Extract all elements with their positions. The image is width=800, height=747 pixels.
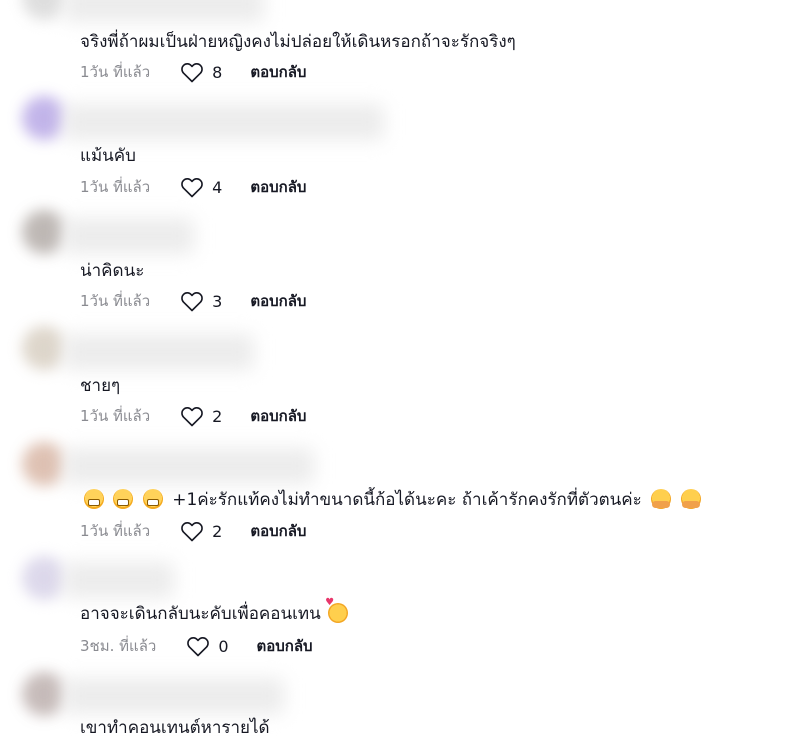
like-button[interactable]: 8 (180, 61, 222, 83)
heart-icon (181, 406, 204, 427)
comment-text: จริงพี่ถ้าผมเป็นฝ่ายหญิงคงไม่ปล่อยให้เดิ… (80, 32, 516, 52)
comment-meta: 1วัน ที่แล้ว 3 ตอบกลับ (80, 289, 306, 313)
like-button[interactable]: 2 (180, 405, 222, 427)
like-button[interactable]: 4 (180, 176, 222, 198)
avatar[interactable] (22, 556, 66, 600)
username-blurred[interactable] (64, 448, 314, 484)
comment-meta: 1วัน ที่แล้ว 4 ตอบกลับ (80, 175, 306, 199)
username-blurred[interactable] (64, 678, 284, 714)
username-blurred[interactable] (64, 218, 194, 254)
hugging-emoji-icon (651, 489, 672, 509)
avatar[interactable] (22, 442, 66, 486)
comment-meta: 1วัน ที่แล้ว 2 ตอบกลับ (80, 404, 306, 428)
avatar[interactable] (22, 672, 66, 716)
comment-time: 1วัน ที่แล้ว (80, 292, 151, 310)
comment-text: อาจจะเดินกลับนะคับเพื่อคอนเทน (80, 597, 352, 627)
like-count: 0 (218, 636, 229, 656)
hugging-emoji-icon (680, 489, 701, 509)
like-button[interactable]: 0 (186, 635, 229, 657)
comment-text: +1ค่ะรักแท้คงไม่ทำขนาดนี้ก้อได้นะคะ ถ้าเ… (84, 486, 705, 513)
username-blurred[interactable] (64, 562, 174, 598)
comment-meta: 1วัน ที่แล้ว 2 ตอบกลับ (80, 519, 306, 543)
comment-text: น่าคิดนะ (80, 261, 145, 281)
comment-time: 1วัน ที่แล้ว (80, 522, 151, 540)
comment-time: 1วัน ที่แล้ว (80, 178, 151, 196)
heart-icon (181, 521, 204, 542)
comment-text: เขาทำคอนเทนต์หารายได้ (80, 718, 270, 738)
reply-button[interactable]: ตอบกลับ (257, 634, 313, 658)
comment-time: 1วัน ที่แล้ว (80, 63, 151, 81)
comment-time: 3ชม. ที่แล้ว (80, 637, 157, 655)
reply-button[interactable]: ตอบกลับ (250, 175, 306, 199)
username-blurred[interactable] (64, 104, 384, 140)
comment-text: ชายๆ (80, 376, 121, 396)
avatar[interactable] (22, 0, 66, 20)
comment-text-body: +1ค่ะรักแท้คงไม่ทำขนาดนี้ก้อได้นะคะ ถ้าเ… (172, 490, 642, 510)
username-blurred[interactable] (64, 334, 254, 370)
comment-meta: 3ชม. ที่แล้ว 0 ตอบกลับ (80, 634, 313, 658)
like-count: 8 (212, 62, 223, 82)
reply-button[interactable]: ตอบกลับ (250, 60, 306, 84)
like-count: 2 (212, 521, 223, 541)
reply-button[interactable]: ตอบกลับ (250, 404, 306, 428)
comment-text: แม้นคับ (80, 146, 136, 166)
avatar[interactable] (22, 96, 66, 140)
heart-icon (187, 636, 210, 657)
comment-time: 1วัน ที่แล้ว (80, 407, 151, 425)
like-button[interactable]: 3 (180, 290, 222, 312)
grinning-emoji-icon (142, 489, 163, 509)
avatar[interactable] (22, 210, 66, 254)
username-blurred[interactable] (64, 0, 264, 22)
comment-text-body: อาจจะเดินกลับนะคับเพื่อคอนเทน (80, 604, 321, 624)
grinning-emoji-icon (84, 489, 104, 509)
like-count: 2 (212, 406, 223, 426)
avatar[interactable] (22, 326, 66, 370)
heart-icon (181, 177, 204, 198)
like-count: 3 (212, 291, 223, 311)
reply-button[interactable]: ตอบกลับ (250, 289, 306, 313)
reply-button[interactable]: ตอบกลับ (250, 519, 306, 543)
smiling-hearts-emoji-icon (325, 597, 349, 623)
like-count: 4 (212, 177, 223, 197)
grinning-emoji-icon (113, 489, 134, 509)
heart-icon (181, 291, 204, 312)
comment-meta: 1วัน ที่แล้ว 8 ตอบกลับ (80, 60, 306, 84)
like-button[interactable]: 2 (180, 520, 222, 542)
heart-icon (181, 62, 204, 83)
